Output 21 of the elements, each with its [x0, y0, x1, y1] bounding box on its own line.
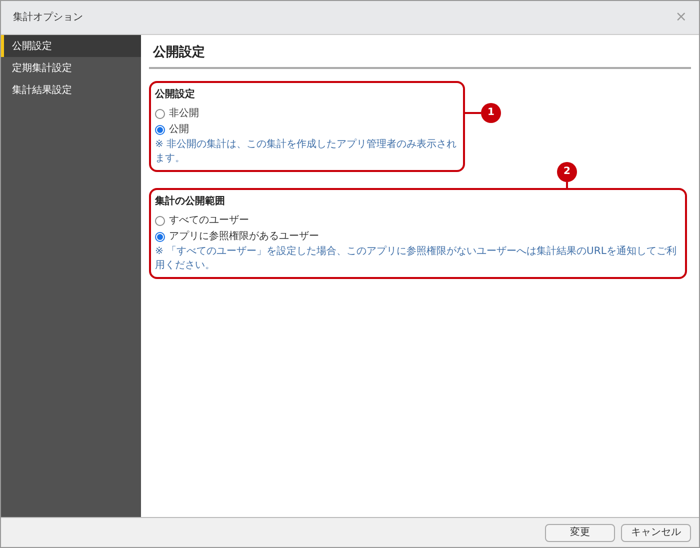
callout-badge: 2: [557, 162, 577, 182]
sidebar-item[interactable]: 公開設定: [1, 35, 141, 57]
group-title: 公開設定: [155, 87, 196, 102]
dialog-button[interactable]: キャンセル: [621, 524, 691, 542]
sidebar-item[interactable]: 定期集計設定: [1, 57, 141, 79]
radio-option[interactable]: 公開: [155, 122, 459, 138]
radio-option[interactable]: 非公開: [155, 106, 459, 122]
section-heading: 公開設定: [149, 43, 691, 68]
radio-button[interactable]: [155, 108, 165, 118]
callout-badge: 1: [481, 102, 501, 122]
note-text: ※ 非公開の集計は、この集計を作成したアプリ管理者のみ表示されます。: [155, 138, 458, 166]
note-text: ※ 「すべてのユーザー」を設定した場合、このアプリに参照権限がないユーザーへは集計結果のURLを通知してご利用ください。: [155, 244, 678, 272]
sidebar-item[interactable]: 集計結果設定: [1, 79, 141, 101]
dialog-button[interactable]: 変更: [545, 524, 615, 542]
radio-button[interactable]: [155, 232, 165, 242]
window-title: 集計オプション: [13, 10, 83, 25]
radio-option[interactable]: アプリに参照権限があるユーザー: [155, 228, 681, 244]
radio-button[interactable]: [155, 216, 165, 226]
radio-button[interactable]: [155, 124, 165, 134]
group-title: 集計の公開範囲: [155, 194, 226, 208]
radio-option[interactable]: すべてのユーザー: [155, 212, 681, 228]
